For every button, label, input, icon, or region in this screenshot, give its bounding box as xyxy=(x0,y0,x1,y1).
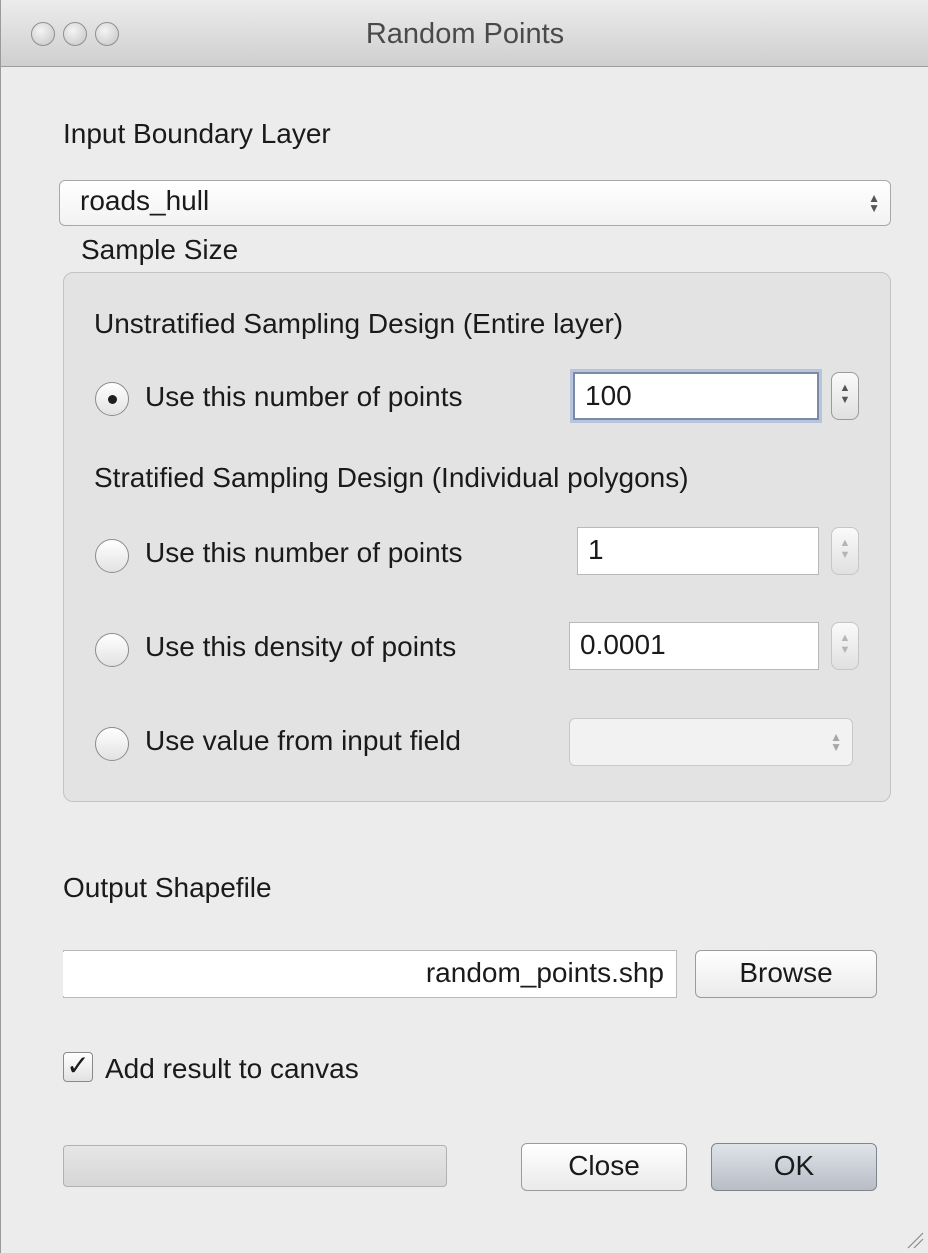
input-layer-combobox[interactable]: roads_hull ▲ ▼ xyxy=(59,180,891,226)
ok-button[interactable]: OK xyxy=(711,1143,877,1191)
path-redaction xyxy=(63,952,361,996)
stratified-points-input[interactable]: 1 xyxy=(577,527,819,575)
combo-arrows-icon: ▲ ▼ xyxy=(830,730,842,754)
browse-button[interactable]: Browse xyxy=(695,950,877,998)
add-result-label: Add result to canvas xyxy=(105,1053,359,1084)
density-stepper[interactable]: ▲ ▼ xyxy=(831,622,859,670)
input-field-combobox[interactable]: ▲ ▼ xyxy=(569,718,853,766)
unstratified-stepper[interactable]: ▲ ▼ xyxy=(831,372,859,420)
unstratified-points-input[interactable]: 100 xyxy=(573,372,819,420)
density-input[interactable]: 0.0001 xyxy=(569,622,819,670)
progress-bar xyxy=(63,1145,447,1187)
radio-density-label: Use this density of points xyxy=(145,631,457,662)
stratified-heading: Stratified Sampling Design (Individual p… xyxy=(94,462,689,493)
radio-density[interactable] xyxy=(95,633,129,667)
close-button[interactable]: Close xyxy=(521,1143,687,1191)
title-bar: Random Points xyxy=(1,0,928,67)
input-layer-value: roads_hull xyxy=(80,185,210,216)
radio-stratified-number[interactable] xyxy=(95,539,129,573)
radio-unstratified-number[interactable] xyxy=(95,382,129,416)
resize-grip-icon[interactable] xyxy=(906,1231,924,1249)
radio-input-field-label: Use value from input field xyxy=(145,725,461,756)
sample-size-label: Sample Size xyxy=(81,234,239,265)
output-shapefile-label: Output Shapefile xyxy=(63,872,272,903)
stratified-points-stepper[interactable]: ▲ ▼ xyxy=(831,527,859,575)
radio-stratified-number-label: Use this number of points xyxy=(145,537,463,568)
checkmark-icon: ✓ xyxy=(66,1050,90,1081)
window-title: Random Points xyxy=(365,18,565,50)
input-layer-label: Input Boundary Layer xyxy=(63,118,331,149)
unstratified-heading: Unstratified Sampling Design (Entire lay… xyxy=(94,308,624,339)
random-points-dialog: Random Points Input Boundary Layer roads… xyxy=(0,0,928,1253)
radio-input-field[interactable] xyxy=(95,727,129,761)
combo-arrows-icon: ▲ ▼ xyxy=(868,191,880,215)
radio-unstratified-number-label: Use this number of points xyxy=(145,381,463,412)
add-result-checkbox[interactable]: ✓ xyxy=(63,1052,93,1082)
